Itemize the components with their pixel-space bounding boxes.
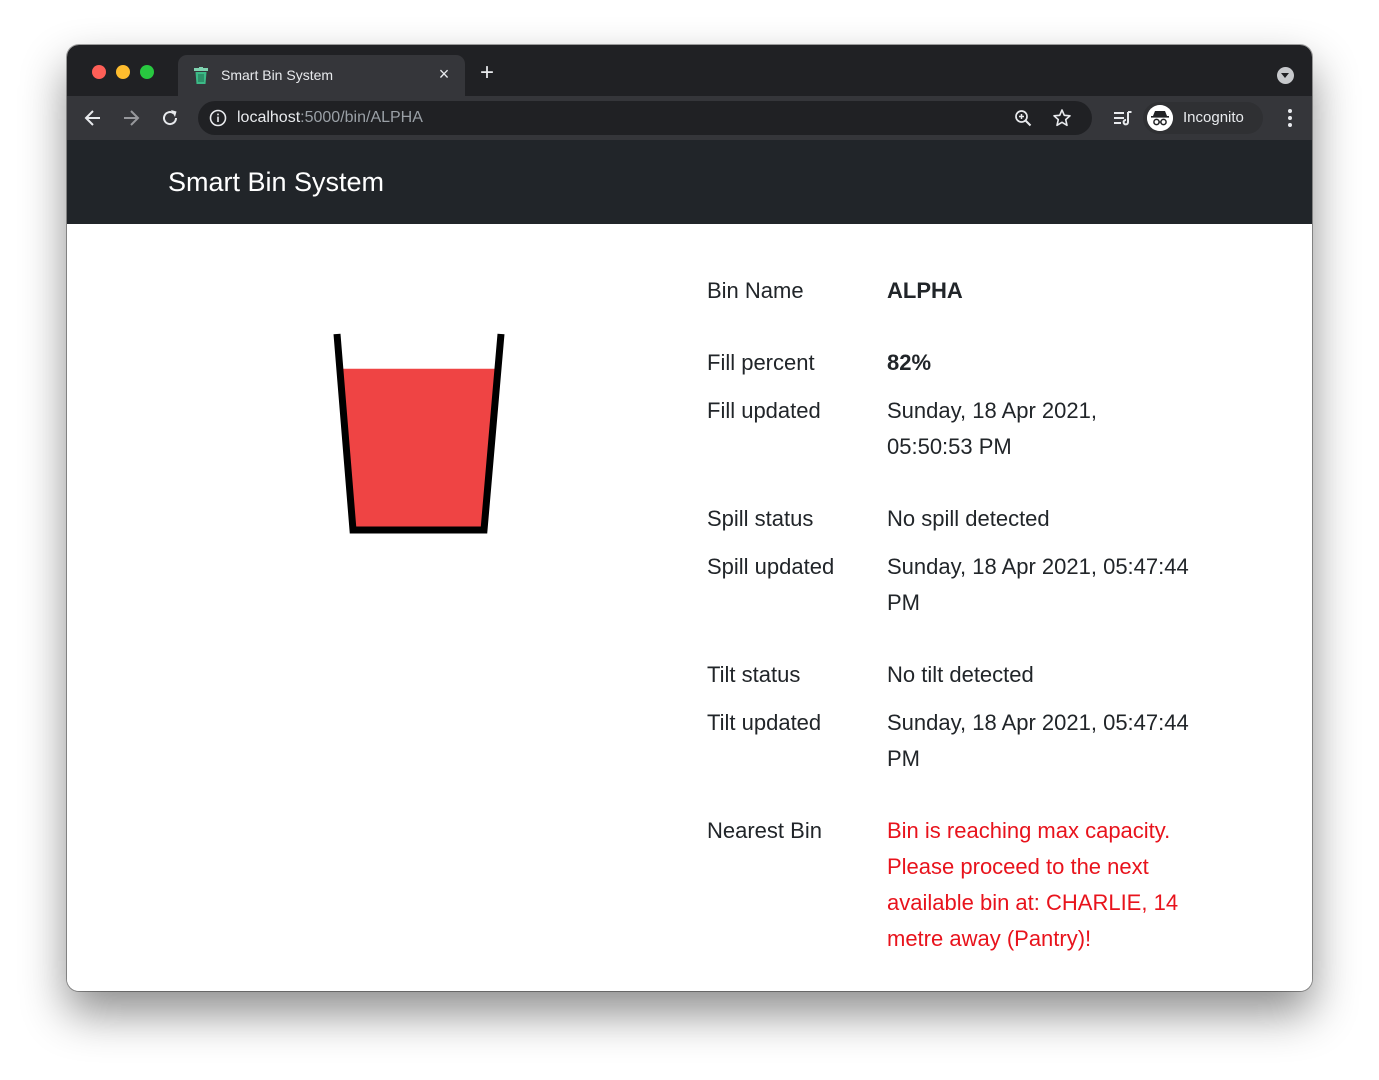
plus-icon[interactable]: + (480, 61, 494, 85)
page-navbar: Smart Bin System (67, 140, 1312, 224)
address-bar[interactable]: localhost:5000/bin/ALPHA (198, 101, 1092, 135)
url-text[interactable]: localhost:5000/bin/ALPHA (237, 109, 423, 127)
spill-updated-value: Sunday, 18 Apr 2021, 05:47:44 PM (887, 554, 1189, 615)
nearest-bin-alert: Bin is reaching max capacity. Please pro… (887, 818, 1179, 951)
tilt-updated-label: Tilt updated (707, 710, 822, 735)
back-arrow-icon[interactable] (83, 108, 103, 128)
tab-smart-bin-system[interactable]: Smart Bin System × (178, 55, 465, 96)
tilt-status-label: Tilt status (707, 662, 801, 687)
fill-updated-label: Fill updated (707, 398, 821, 423)
close-icon[interactable]: × (436, 64, 452, 84)
close-window-button[interactable] (92, 65, 106, 79)
forward-arrow-icon[interactable] (121, 108, 141, 128)
page-content: Bin Name ALPHA Fill percent 82% Fill upd… (67, 224, 1312, 991)
reading-list-icon[interactable] (1112, 108, 1133, 128)
url-host: localhost (237, 109, 301, 126)
incognito-label: Incognito (1183, 109, 1244, 126)
incognito-icon (1147, 105, 1173, 131)
spill-status-value: No spill detected (887, 506, 1050, 531)
reload-icon[interactable] (160, 108, 180, 128)
browser-toolbar: localhost:5000/bin/ALPHA Incognito (67, 96, 1312, 140)
fill-percent-value: 82% (887, 350, 932, 375)
chevron-down-icon[interactable] (1277, 67, 1294, 84)
spill-status-label: Spill status (707, 506, 814, 531)
fill-updated-value: Sunday, 18 Apr 2021, 05:50:53 PM (887, 398, 1097, 459)
bin-fill-level (342, 368, 496, 527)
tab-strip: Smart Bin System × + (67, 45, 1312, 96)
tilt-status-value: No tilt detected (887, 662, 1034, 687)
browser-window: Smart Bin System × + localhost:5000/bin/… (67, 45, 1312, 991)
maximize-window-button[interactable] (140, 65, 154, 79)
minimize-window-button[interactable] (116, 65, 130, 79)
fill-percent-label: Fill percent (707, 350, 815, 375)
more-vert-icon[interactable] (1288, 109, 1292, 127)
zoom-icon[interactable] (1014, 109, 1032, 127)
bin-favicon-icon (194, 67, 208, 84)
tilt-updated-value: Sunday, 18 Apr 2021, 05:47:44 PM (887, 710, 1189, 771)
info-icon[interactable] (209, 109, 227, 127)
spill-updated-label: Spill updated (707, 554, 835, 579)
bin-name-value: ALPHA (887, 278, 963, 303)
navbar-brand[interactable]: Smart Bin System (168, 167, 384, 198)
incognito-profile-button[interactable]: Incognito (1143, 102, 1263, 134)
url-path: :5000/bin/ALPHA (300, 109, 423, 126)
bin-name-label: Bin Name (707, 278, 804, 303)
nearest-bin-label: Nearest Bin (707, 818, 822, 843)
tab-title: Smart Bin System (221, 67, 334, 83)
star-icon[interactable] (1052, 108, 1072, 128)
bin-fill-graphic (333, 333, 505, 534)
